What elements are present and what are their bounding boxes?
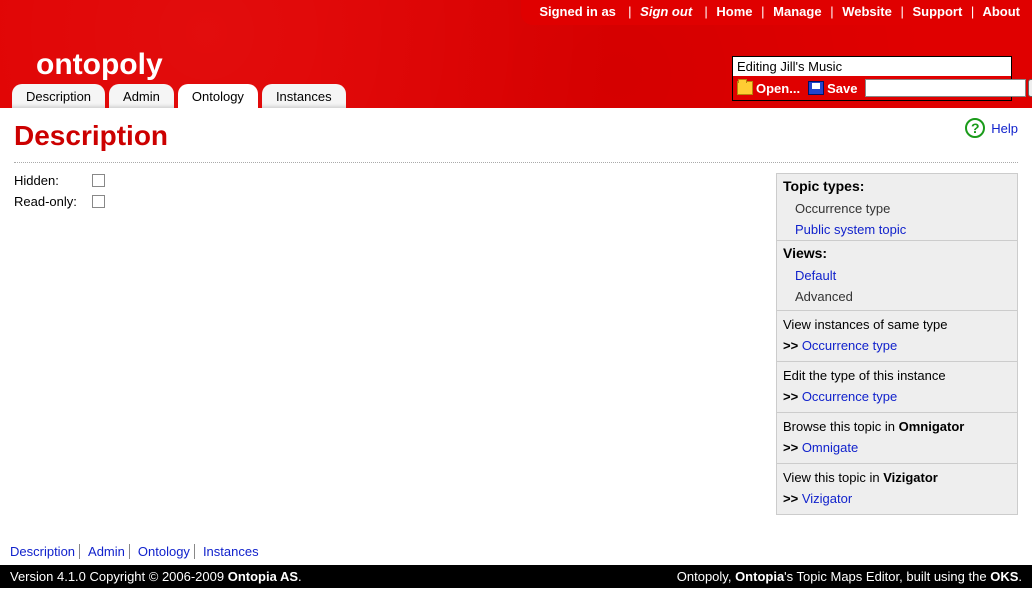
find-input[interactable] [865,79,1026,97]
signed-in-label: Signed in as [539,4,616,19]
form-area: Hidden: Read-only: [14,173,776,515]
occurrence-type-edit-link[interactable]: Occurrence type [802,389,897,404]
readonly-label: Read-only: [14,194,92,209]
separator: | [696,4,713,19]
about-link[interactable]: About [982,4,1020,19]
save-label: Save [827,81,857,96]
topic-types-head: Topic types: [777,174,1017,198]
tab-instances[interactable]: Instances [262,84,346,108]
view-item: Advanced [777,286,1017,310]
vizigator-link[interactable]: Vizigator [802,491,852,506]
bl-admin[interactable]: Admin [88,544,125,559]
section-text: View instances of same type [777,311,1017,335]
views-head: Views: [777,241,1017,265]
footer-left: Version 4.1.0 Copyright © 2006-2009 Onto… [10,569,302,584]
divider [14,162,1018,163]
arrow-icon: >> [783,389,798,404]
help-link[interactable]: Help [991,121,1018,136]
folder-open-icon [737,81,753,95]
arrow-icon: >> [783,338,798,353]
bl-ontology[interactable]: Ontology [138,544,190,559]
control-box: Editing Jill's Music Open... Save Find [732,56,1012,101]
control-row: Open... Save Find [733,76,1011,100]
logo: ontopoly [36,48,163,82]
section-text: View this topic in Vizigator [777,464,1017,488]
readonly-row: Read-only: [14,194,776,209]
page-title: Description [14,120,1018,152]
separator: | [756,4,769,19]
hidden-row: Hidden: [14,173,776,188]
occurrence-type-link[interactable]: Occurrence type [802,338,897,353]
bl-description[interactable]: Description [10,544,75,559]
separator: | [966,4,979,19]
arrow-icon: >> [783,440,798,455]
open-label: Open... [756,81,800,96]
separator [79,544,84,559]
bl-instances[interactable]: Instances [203,544,259,559]
section-text: Browse this topic in Omnigator [777,413,1017,437]
hidden-label: Hidden: [14,173,92,188]
separator: | [895,4,908,19]
save-button[interactable]: Save [808,81,857,96]
tab-description[interactable]: Description [12,84,105,108]
bottom-links: Description Admin Ontology Instances [0,538,1032,565]
sidebar-block: Topic types: Occurrence type Public syst… [776,173,1018,515]
hidden-checkbox[interactable] [92,174,105,187]
separator [129,544,134,559]
sign-out-link[interactable]: Sign out [640,4,692,19]
view-default-link[interactable]: Default [795,268,836,283]
omnigate-link[interactable]: Omnigate [802,440,858,455]
top-nav: Signed in as | Sign out | Home | Manage … [521,0,1032,25]
view-item: Default [777,265,1017,286]
section-link-row: >> Vizigator [777,488,1017,514]
section-text: Edit the type of this instance [777,362,1017,386]
help-icon: ? [965,118,985,138]
tab-admin[interactable]: Admin [109,84,174,108]
website-link[interactable]: Website [842,4,892,19]
arrow-icon: >> [783,491,798,506]
editing-title: Editing Jill's Music [733,57,1011,76]
footer: Version 4.1.0 Copyright © 2006-2009 Onto… [0,565,1032,588]
tabs: Description Admin Ontology Instances [12,84,346,108]
save-disk-icon [808,81,824,95]
section-link-row: >> Omnigate [777,437,1017,463]
help-area: ? Help [965,118,1018,138]
topic-type-item: Public system topic [777,219,1017,240]
manage-link[interactable]: Manage [773,4,821,19]
section-link-row: >> Occurrence type [777,335,1017,361]
separator [194,544,199,559]
public-system-topic-link[interactable]: Public system topic [795,222,906,237]
content-area: ? Help Description Hidden: Read-only: To… [0,108,1032,538]
support-link[interactable]: Support [912,4,962,19]
header: Signed in as | Sign out | Home | Manage … [0,0,1032,108]
home-link[interactable]: Home [716,4,752,19]
sidebar: Topic types: Occurrence type Public syst… [776,173,1018,515]
separator: | [620,4,637,19]
separator: | [825,4,838,19]
find-button[interactable]: Find [1028,79,1032,97]
topic-type-item: Occurrence type [777,198,1017,219]
open-button[interactable]: Open... [737,81,800,96]
footer-right: Ontopoly, Ontopia's Topic Maps Editor, b… [677,569,1022,584]
readonly-checkbox[interactable] [92,195,105,208]
tab-ontology[interactable]: Ontology [178,84,258,108]
section-link-row: >> Occurrence type [777,386,1017,412]
